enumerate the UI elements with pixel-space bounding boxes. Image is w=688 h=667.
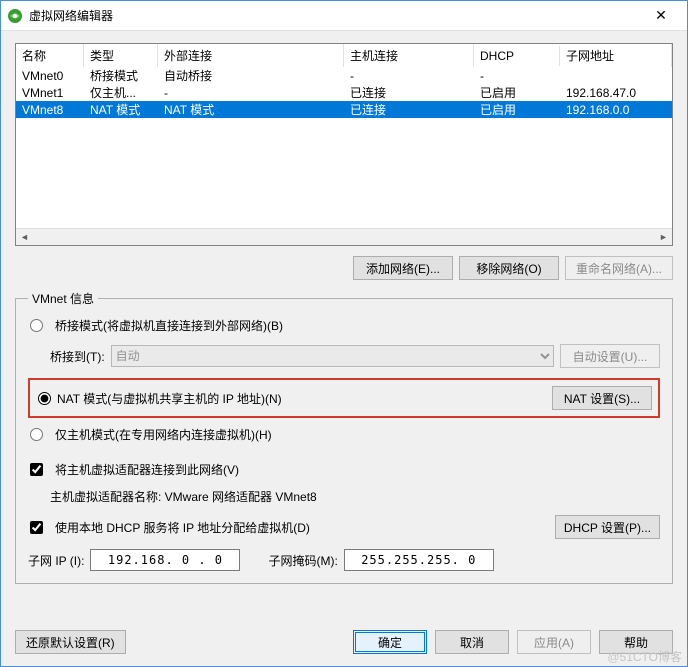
col-subnet[interactable]: 子网地址 <box>560 44 672 67</box>
ok-button[interactable]: 确定 <box>353 630 427 654</box>
cancel-button[interactable]: 取消 <box>435 630 509 654</box>
table-cell: 已连接 <box>344 84 474 101</box>
window-root: 虚拟网络编辑器 ✕ 名称 类型 外部连接 主机连接 DHCP 子网地址 VMne… <box>0 0 688 667</box>
close-icon: ✕ <box>655 7 667 24</box>
rename-network-button: 重命名网络(A)... <box>565 256 673 280</box>
radio-host-only[interactable] <box>30 428 43 441</box>
checkbox-dhcp-label: 使用本地 DHCP 服务将 IP 地址分配给虚拟机(D) <box>55 519 310 536</box>
nat-mode-highlight: NAT 模式(与虚拟机共享主机的 IP 地址)(N) NAT 设置(S)... <box>28 378 660 418</box>
vmnet-info-group: VMnet 信息 桥接模式(将虚拟机直接连接到外部网络)(B) 桥接到(T): … <box>15 290 673 584</box>
table-cell: 仅主机... <box>84 84 158 101</box>
table-cell: 已启用 <box>474 101 560 118</box>
radio-host-only-label: 仅主机模式(在专用网络内连接虚拟机)(H) <box>55 426 272 443</box>
table-cell: - <box>158 86 344 100</box>
bridge-to-label: 桥接到(T): <box>50 348 105 365</box>
dialog-footer: 还原默认设置(R) 确定 取消 应用(A) 帮助 <box>1 620 687 666</box>
table-cell: VMnet0 <box>16 69 84 83</box>
bridge-to-row: 桥接到(T): 自动 自动设置(U)... <box>50 344 660 368</box>
network-table: 名称 类型 外部连接 主机连接 DHCP 子网地址 VMnet0桥接模式自动桥接… <box>15 43 673 246</box>
scroll-left-icon[interactable]: ◄ <box>16 229 33 245</box>
scroll-track[interactable] <box>33 229 655 245</box>
mode-bridge-row: 桥接模式(将虚拟机直接连接到外部网络)(B) <box>28 317 660 334</box>
radio-nat[interactable] <box>38 392 51 405</box>
app-icon <box>7 8 23 24</box>
radio-bridged-label: 桥接模式(将虚拟机直接连接到外部网络)(B) <box>55 317 283 334</box>
table-actions: 添加网络(E)... 移除网络(O) 重命名网络(A)... <box>15 256 673 280</box>
subnet-row: 子网 IP (I): 192.168. 0 . 0 子网掩码(M): 255.2… <box>28 549 660 571</box>
table-cell: - <box>474 69 560 83</box>
table-cell: 192.168.0.0 <box>560 103 672 117</box>
help-button[interactable]: 帮助 <box>599 630 673 654</box>
vmnet-info-legend: VMnet 信息 <box>28 290 98 307</box>
connect-host-row: 将主机虚拟适配器连接到此网络(V) <box>28 461 660 478</box>
col-name[interactable]: 名称 <box>16 44 84 67</box>
window-title: 虚拟网络编辑器 <box>29 7 641 24</box>
table-cell: 已启用 <box>474 84 560 101</box>
subnet-ip-input[interactable]: 192.168. 0 . 0 <box>90 549 240 571</box>
remove-network-button[interactable]: 移除网络(O) <box>459 256 559 280</box>
horizontal-scrollbar[interactable]: ◄ ► <box>16 228 672 245</box>
add-network-button[interactable]: 添加网络(E)... <box>353 256 453 280</box>
table-header: 名称 类型 外部连接 主机连接 DHCP 子网地址 <box>16 44 672 67</box>
table-row[interactable]: VMnet1仅主机...-已连接已启用192.168.47.0 <box>16 84 672 101</box>
table-row[interactable]: VMnet0桥接模式自动桥接-- <box>16 67 672 84</box>
col-type[interactable]: 类型 <box>84 44 158 67</box>
dhcp-settings-button[interactable]: DHCP 设置(P)... <box>555 515 660 539</box>
radio-nat-label: NAT 模式(与虚拟机共享主机的 IP 地址)(N) <box>57 390 282 407</box>
col-dhcp[interactable]: DHCP <box>474 46 560 66</box>
table-cell: 桥接模式 <box>84 67 158 84</box>
table-cell: 已连接 <box>344 101 474 118</box>
table-cell: NAT 模式 <box>158 101 344 118</box>
table-cell: 192.168.47.0 <box>560 86 672 100</box>
apply-button: 应用(A) <box>517 630 591 654</box>
subnet-ip-label: 子网 IP (I): <box>28 552 84 569</box>
table-cell: 自动桥接 <box>158 67 344 84</box>
checkbox-connect-host[interactable] <box>30 463 43 476</box>
table-cell: NAT 模式 <box>84 101 158 118</box>
col-host-conn[interactable]: 主机连接 <box>344 44 474 67</box>
network-table-view[interactable]: 名称 类型 外部连接 主机连接 DHCP 子网地址 VMnet0桥接模式自动桥接… <box>16 44 672 228</box>
restore-defaults-button[interactable]: 还原默认设置(R) <box>15 630 126 654</box>
table-cell: VMnet8 <box>16 103 84 117</box>
host-adapter-name: 主机虚拟适配器名称: VMware 网络适配器 VMnet8 <box>50 488 317 505</box>
table-cell: - <box>344 69 474 83</box>
dhcp-row: 使用本地 DHCP 服务将 IP 地址分配给虚拟机(D) DHCP 设置(P).… <box>28 515 660 539</box>
titlebar: 虚拟网络编辑器 ✕ <box>1 1 687 31</box>
auto-settings-button: 自动设置(U)... <box>560 344 660 368</box>
bridge-to-select: 自动 <box>111 345 554 367</box>
table-row[interactable]: VMnet8NAT 模式NAT 模式已连接已启用192.168.0.0 <box>16 101 672 118</box>
mode-hostonly-row: 仅主机模式(在专用网络内连接虚拟机)(H) <box>28 426 660 443</box>
nat-settings-button[interactable]: NAT 设置(S)... <box>552 386 652 410</box>
checkbox-dhcp[interactable] <box>30 521 43 534</box>
scroll-right-icon[interactable]: ► <box>655 229 672 245</box>
window-body: 名称 类型 外部连接 主机连接 DHCP 子网地址 VMnet0桥接模式自动桥接… <box>1 31 687 620</box>
host-adapter-name-row: 主机虚拟适配器名称: VMware 网络适配器 VMnet8 <box>50 488 660 505</box>
checkbox-connect-host-label: 将主机虚拟适配器连接到此网络(V) <box>55 461 239 478</box>
table-cell: VMnet1 <box>16 86 84 100</box>
col-external[interactable]: 外部连接 <box>158 44 344 67</box>
subnet-mask-input[interactable]: 255.255.255. 0 <box>344 549 494 571</box>
close-button[interactable]: ✕ <box>641 2 681 30</box>
radio-bridged[interactable] <box>30 319 43 332</box>
subnet-mask-label: 子网掩码(M): <box>268 552 337 569</box>
